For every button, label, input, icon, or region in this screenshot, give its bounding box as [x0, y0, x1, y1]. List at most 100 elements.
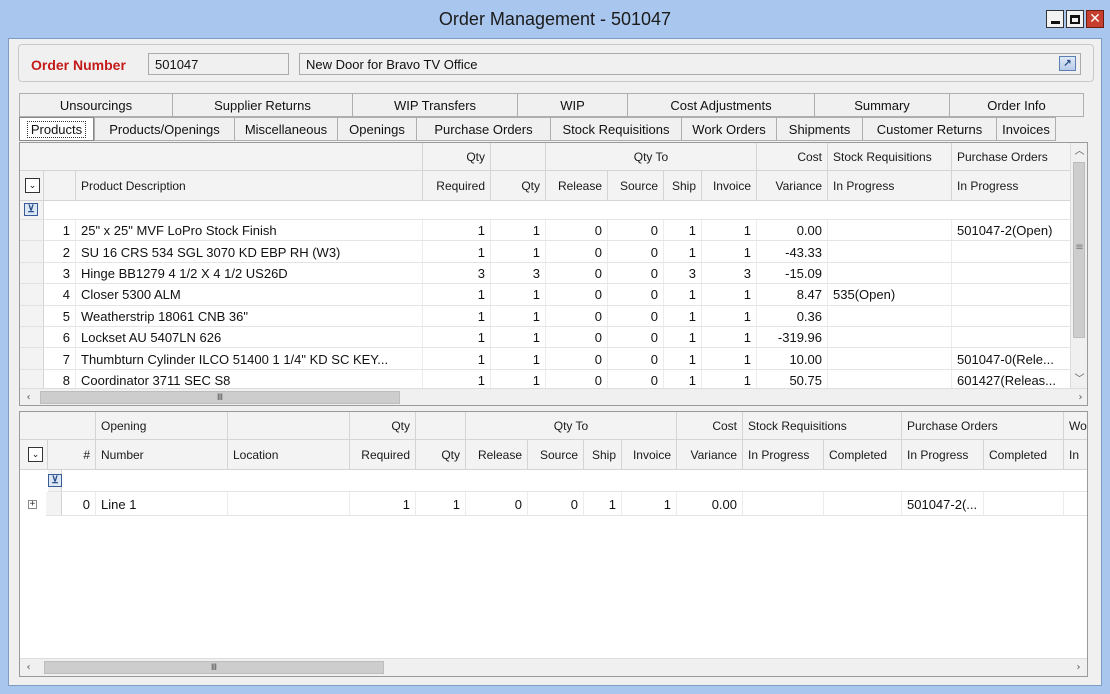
chevron-down-icon[interactable]: ⌄: [28, 447, 43, 462]
product-cell-source[interactable]: 0: [608, 241, 664, 263]
row-selector[interactable]: [20, 284, 44, 306]
product-cell-qty[interactable]: 3: [491, 262, 546, 285]
row-selector[interactable]: [20, 305, 44, 327]
product-cell-qty[interactable]: 1: [491, 284, 546, 306]
product-cell-required[interactable]: 1: [423, 284, 491, 306]
product-cell-po[interactable]: [952, 284, 1072, 306]
scroll-down-icon[interactable]: ﹀: [1071, 371, 1087, 388]
product-cell-num[interactable]: 5: [44, 305, 76, 327]
product-cell-source[interactable]: 0: [608, 305, 664, 327]
product-cell-ship[interactable]: 1: [664, 220, 702, 242]
opening-cell-number[interactable]: Line 1: [96, 492, 228, 516]
order-description-field[interactable]: New Door for Bravo TV Office ↗: [299, 53, 1081, 75]
column-header-qty[interactable]: Qty: [416, 440, 466, 470]
product-cell-sr[interactable]: [828, 220, 952, 242]
column-header-source[interactable]: Source: [608, 171, 664, 201]
column-header-release[interactable]: Release: [546, 171, 608, 201]
product-cell-source[interactable]: 0: [608, 348, 664, 370]
product-cell-variance[interactable]: -319.96: [757, 327, 828, 349]
product-cell-release[interactable]: 0: [546, 241, 608, 263]
column-header-required[interactable]: Required: [423, 171, 491, 201]
row-selector[interactable]: [20, 220, 44, 242]
tab-wip-transfers[interactable]: WIP Transfers: [352, 93, 517, 117]
product-cell-source[interactable]: 0: [608, 262, 664, 285]
opening-cell-po_c[interactable]: [984, 492, 1064, 516]
product-cell-ship[interactable]: 1: [664, 305, 702, 327]
products-vertical-scrollbar[interactable]: ︿ ≡ ﹀: [1070, 143, 1087, 389]
column-header-po-in-progress[interactable]: In Progress: [952, 171, 1072, 201]
product-cell-release[interactable]: 0: [546, 305, 608, 327]
column-header-number[interactable]: Number: [96, 440, 228, 470]
tab-openings[interactable]: Openings: [337, 117, 416, 141]
filter-icon[interactable]: ⊻: [24, 203, 38, 216]
product-cell-ship[interactable]: 1: [664, 284, 702, 306]
tab-summary[interactable]: Summary: [814, 93, 949, 117]
column-header-sr-completed[interactable]: Completed: [824, 440, 902, 470]
product-cell-ship[interactable]: 3: [664, 262, 702, 285]
product-cell-qty[interactable]: 1: [491, 348, 546, 370]
expand-icon[interactable]: +: [28, 500, 37, 509]
column-header-sr-in-progress[interactable]: In Progress: [743, 440, 824, 470]
product-cell-variance[interactable]: 8.47: [757, 284, 828, 306]
product-cell-variance[interactable]: -15.09: [757, 262, 828, 285]
maximize-icon[interactable]: [1066, 10, 1084, 28]
tab-supplier-returns[interactable]: Supplier Returns: [172, 93, 352, 117]
tab-invoices[interactable]: Invoices: [996, 117, 1056, 141]
product-cell-qty[interactable]: 1: [491, 305, 546, 327]
opening-cell-po_ip[interactable]: 501047-2(...: [902, 492, 984, 516]
scroll-right-icon[interactable]: ›: [1072, 389, 1087, 405]
column-header-invoice[interactable]: Invoice: [702, 171, 757, 201]
product-cell-desc[interactable]: Closer 5300 ALM: [76, 284, 423, 306]
tab-products-openings[interactable]: Products/Openings: [94, 117, 234, 141]
product-cell-variance[interactable]: 10.00: [757, 348, 828, 370]
column-header-ship[interactable]: Ship: [664, 171, 702, 201]
opening-cell-ship[interactable]: 1: [584, 492, 622, 516]
row-selector[interactable]: [20, 348, 44, 370]
column-header-#[interactable]: [44, 171, 76, 201]
column-header-wo-in[interactable]: In: [1064, 440, 1087, 470]
product-cell-release[interactable]: 0: [546, 284, 608, 306]
tab-miscellaneous[interactable]: Miscellaneous: [234, 117, 337, 141]
opening-cell-release[interactable]: 0: [466, 492, 528, 516]
product-cell-required[interactable]: 1: [423, 220, 491, 242]
column-header-desc[interactable]: Product Description: [76, 171, 423, 201]
product-cell-po[interactable]: [952, 262, 1072, 285]
product-cell-required[interactable]: 3: [423, 262, 491, 285]
product-cell-invoice[interactable]: 3: [702, 262, 757, 285]
openings-hscroll-thumb[interactable]: Ⅲ: [44, 661, 384, 674]
product-cell-invoice[interactable]: 1: [702, 220, 757, 242]
minimize-icon[interactable]: [1046, 10, 1064, 28]
product-cell-release[interactable]: 0: [546, 348, 608, 370]
link-icon[interactable]: ↗: [1059, 56, 1076, 71]
product-cell-sr[interactable]: [828, 327, 952, 349]
tab-cost-adjustments[interactable]: Cost Adjustments: [627, 93, 814, 117]
product-cell-sr[interactable]: [828, 262, 952, 285]
products-horizontal-scrollbar[interactable]: ‹ Ⅲ ›: [20, 388, 1087, 405]
row-selector[interactable]: [20, 241, 44, 263]
product-cell-release[interactable]: 0: [546, 262, 608, 285]
order-number-field[interactable]: 501047: [148, 53, 289, 75]
tab-shipments[interactable]: Shipments: [776, 117, 862, 141]
opening-cell-source[interactable]: 0: [528, 492, 584, 516]
tab-products[interactable]: Products: [19, 117, 94, 141]
opening-cell-qty[interactable]: 1: [416, 492, 466, 516]
tab-customer-returns[interactable]: Customer Returns: [862, 117, 996, 141]
column-header-source[interactable]: Source: [528, 440, 584, 470]
filter-icon[interactable]: ⊻: [48, 474, 62, 487]
row-selector[interactable]: [20, 327, 44, 349]
product-cell-po[interactable]: 501047-0(Rele...: [952, 348, 1072, 370]
product-cell-num[interactable]: 3: [44, 262, 76, 285]
product-cell-desc[interactable]: Thumbturn Cylinder ILCO 51400 1 1/4" KD …: [76, 348, 423, 370]
product-cell-num[interactable]: 6: [44, 327, 76, 349]
product-cell-num[interactable]: 7: [44, 348, 76, 370]
product-cell-ship[interactable]: 1: [664, 327, 702, 349]
column-header-required[interactable]: Required: [350, 440, 416, 470]
opening-cell-variance[interactable]: 0.00: [677, 492, 743, 516]
product-cell-desc[interactable]: 25" x 25" MVF LoPro Stock Finish: [76, 220, 423, 242]
column-header-po-in-progress[interactable]: In Progress: [902, 440, 984, 470]
product-cell-po[interactable]: [952, 305, 1072, 327]
product-cell-invoice[interactable]: 1: [702, 327, 757, 349]
tab-work-orders[interactable]: Work Orders: [681, 117, 776, 141]
scroll-right-icon[interactable]: ›: [1070, 659, 1087, 676]
product-cell-invoice[interactable]: 1: [702, 241, 757, 263]
